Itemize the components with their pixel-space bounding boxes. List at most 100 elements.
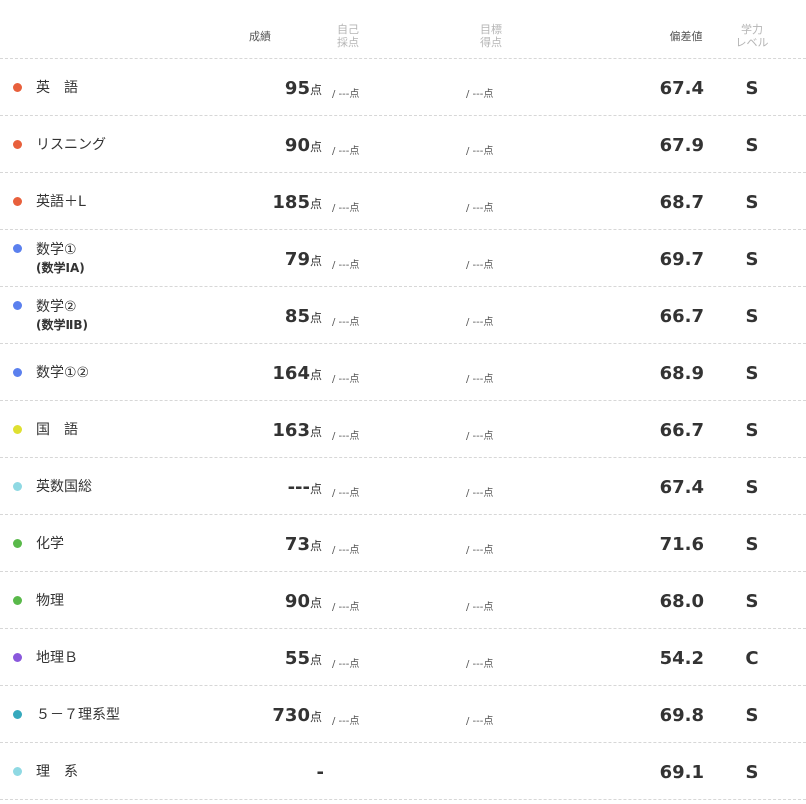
table-row: リスニング 90点 / ---点 / ---点 67.9 S [0,116,806,173]
deviation-value: 68.0 [659,591,704,612]
subject-label: 地理Ｂ [36,650,78,666]
score-unit: 点 [309,539,322,553]
score-table: 成績 自己 採点 目標 得点 偏差値 学力 レベル 英 語 95点 / ---点 / … [0,0,806,804]
score-unit: 点 [309,710,322,724]
level-grade: S [745,705,759,726]
score-value: ---点 [288,477,322,498]
score-unit: 点 [309,197,322,211]
deviation-value: 66.7 [659,306,704,327]
self-score: / ---点 [332,545,360,556]
table-row: 化学 73点 / ---点 / ---点 71.6 S [0,515,806,572]
deviation-value: 69.1 [659,762,704,783]
table-row: 数学① (数学ⅠA) 79点 / ---点 / ---点 69.7 S [0,230,806,287]
subject-color-dot [13,140,22,149]
table-row: 地理Ｂ 55点 / ---点 / ---点 54.2 C [0,629,806,686]
level-grade: C [745,648,759,669]
table-row: 物理 90点 / ---点 / ---点 68.0 S [0,572,806,629]
self-score: / ---点 [332,488,360,499]
table-header: 成績 自己 採点 目標 得点 偏差値 学力 レベル [0,0,806,59]
level-grade: S [745,591,759,612]
subject-color-dot [13,482,22,491]
header-deviation: 偏差値 [669,30,703,43]
score-unit: 点 [309,311,322,325]
subject-name: 英語＋L [36,193,86,211]
subject-name: 数学①② [36,364,89,382]
score-number: - [316,762,324,783]
score-number: 73 [284,534,310,555]
subject-label: 国 語 [36,422,78,438]
subject-name: 数学② (数学ⅡB) [36,298,88,334]
score-unit: 点 [309,83,322,97]
level-grade: S [745,534,759,555]
score-number: 85 [284,306,310,327]
level-grade: S [745,192,759,213]
subject-color-dot [13,710,22,719]
subject-sublabel: (数学ⅠA) [36,261,85,275]
score-value: 55点 [285,648,322,669]
subject-label: 数学①② [36,365,90,381]
subject-sublabel: (数学ⅡB) [36,318,89,332]
self-score: / ---点 [332,146,360,157]
header-level: 学力 レベル [735,23,769,49]
subject-color-dot [13,244,22,253]
deviation-value: 69.8 [659,705,704,726]
level-grade: S [745,420,759,441]
deviation-value: 66.7 [659,420,704,441]
deviation-value: 71.6 [659,534,704,555]
score-number: 79 [284,249,310,270]
subject-label: 英数国総 [36,479,92,495]
header-self-score: 自己 採点 [337,23,359,49]
score-number: 90 [284,135,310,156]
deviation-value: 69.7 [659,249,704,270]
score-value: - [317,762,324,783]
subject-color-dot [13,539,22,548]
deviation-value: 68.7 [659,192,704,213]
subject-label: 英 語 [36,80,78,96]
subject-name: 数学① (数学ⅠA) [36,241,85,277]
subject-label: リスニング [36,137,106,153]
table-row: 数学② (数学ⅡB) 85点 / ---点 / ---点 66.7 S [0,287,806,344]
subject-name: リスニング [36,136,106,154]
score-value: 185点 [272,192,322,213]
table-row: 理 系 - 69.1 S [0,743,806,800]
score-number: 90 [284,591,310,612]
target-score: / ---点 [466,488,494,499]
target-score: / ---点 [466,89,494,100]
score-unit: 点 [309,482,322,496]
score-value: 85点 [285,306,322,327]
self-score: / ---点 [332,659,360,670]
self-score: / ---点 [332,602,360,613]
header-target-score: 目標 得点 [480,23,502,49]
self-score: / ---点 [332,317,360,328]
score-number: 185 [272,192,310,213]
subject-color-dot [13,301,22,310]
score-number: --- [287,477,310,498]
self-score: / ---点 [332,374,360,385]
subject-name: 英数国総 [36,478,92,496]
score-number: 55 [284,648,310,669]
self-score: / ---点 [332,260,360,271]
deviation-value: 54.2 [659,648,704,669]
table-row: ５－７理系型 730点 / ---点 / ---点 69.8 S [0,686,806,743]
subject-label: ５－７理系型 [36,707,120,723]
subject-name: 理 系 [36,763,78,781]
score-unit: 点 [309,653,322,667]
subject-name: 地理Ｂ [36,649,78,667]
subject-label: 理 系 [36,764,78,780]
table-row: 英 語 95点 / ---点 / ---点 67.4 S [0,59,806,116]
subject-color-dot [13,83,22,92]
subject-name: 化学 [36,535,64,553]
score-unit: 点 [309,254,322,268]
table-row: 国 語 163点 / ---点 / ---点 66.7 S [0,401,806,458]
self-score: / ---点 [332,89,360,100]
score-unit: 点 [309,140,322,154]
subject-name: 国 語 [36,421,78,439]
score-number: 730 [272,705,310,726]
level-grade: S [745,78,759,99]
level-grade: S [745,306,759,327]
subject-name: ５－７理系型 [36,706,120,724]
target-score: / ---点 [466,716,494,727]
target-score: / ---点 [466,545,494,556]
score-number: 164 [272,363,310,384]
table-row: 英語＋L 185点 / ---点 / ---点 68.7 S [0,173,806,230]
